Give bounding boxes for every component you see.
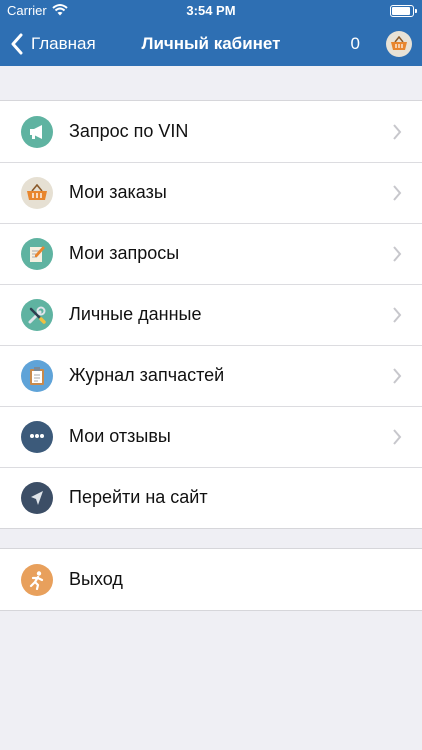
basket-icon [391,36,407,50]
speech-bubble-icon [21,420,53,453]
chevron-right-icon [393,184,402,201]
back-button[interactable]: Главная [10,22,96,66]
menu-item-my-orders[interactable]: Мои заказы [0,162,422,223]
chevron-right-icon [393,306,402,323]
menu-list: Запрос по VIN Мои заказы Мои запросы Лич… [0,100,422,529]
logout-section: Выход [0,548,422,611]
menu-item-go-to-site[interactable]: Перейти на сайт [0,467,422,528]
chevron-right-icon [393,123,402,140]
logout-button[interactable]: Выход [0,549,422,610]
status-bar: Carrier 3:54 PM [0,0,422,22]
menu-item-label: Мои запросы [69,243,180,263]
wrench-screwdriver-icon [21,298,53,331]
menu-item-parts-journal[interactable]: Журнал запчастей [0,345,422,406]
menu-item-label: Журнал запчастей [69,365,225,385]
menu-item-label: Мои заказы [69,182,167,202]
chevron-right-icon [393,428,402,445]
clipboard-icon [21,359,53,392]
menu-item-my-reviews[interactable]: Мои отзывы [0,406,422,467]
cursor-arrow-icon [21,481,53,514]
menu-item-personal-data[interactable]: Личные данные [0,284,422,345]
menu-item-my-requests[interactable]: Мои запросы [0,223,422,284]
menu-item-label: Личные данные [69,304,202,324]
cart-count: 0 [350,34,360,53]
megaphone-icon [21,115,53,148]
battery-icon [390,5,417,17]
chevron-right-icon [393,245,402,262]
menu-item-label: Перейти на сайт [69,487,208,507]
navigation-bar: Главная Личный кабинет 0 [0,22,422,66]
running-man-icon [21,563,53,596]
chevron-right-icon [393,367,402,384]
back-label: Главная [31,34,96,53]
chevron-left-icon [11,33,23,55]
menu-item-label: Запрос по VIN [69,121,189,141]
basket-icon [21,176,53,209]
notepad-pencil-icon [21,237,53,270]
menu-item-vin-request[interactable]: Запрос по VIN [0,101,422,162]
clock: 3:54 PM [186,3,236,18]
logout-label: Выход [69,569,123,589]
cart-button[interactable] [386,31,412,57]
menu-item-label: Мои отзывы [69,426,171,446]
